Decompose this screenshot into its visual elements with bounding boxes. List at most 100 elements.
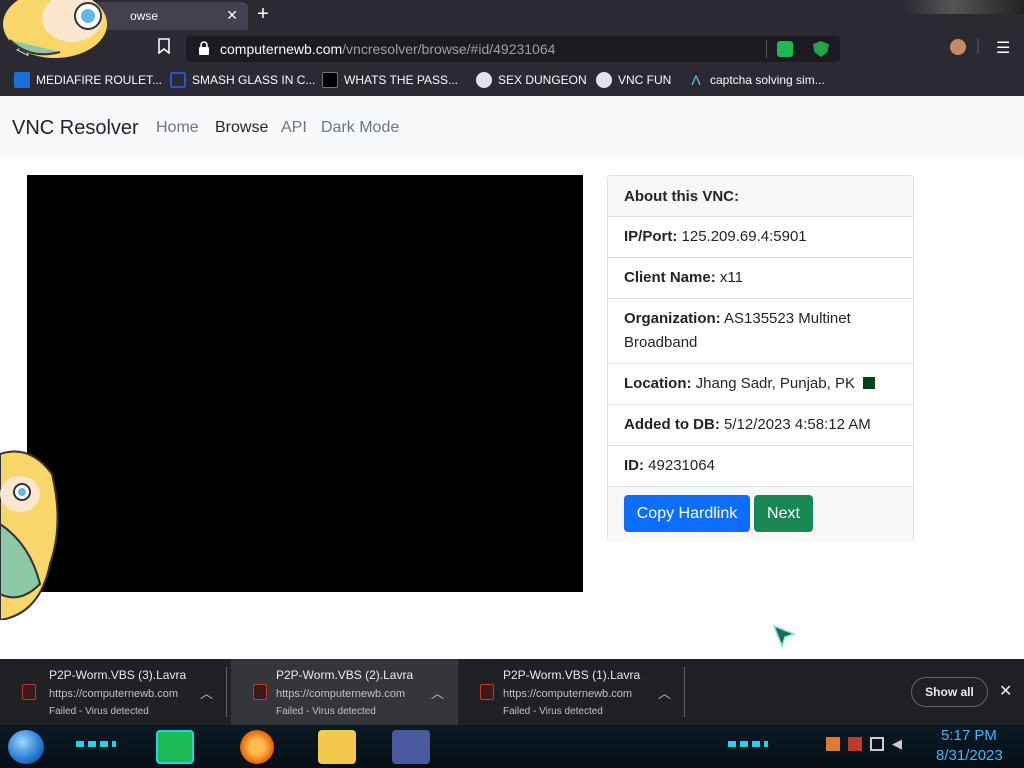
password-site-icon [322, 72, 338, 88]
card-footer: Copy Hardlink Next [608, 487, 913, 542]
bookmark-label: SEX DUNGEON [498, 73, 587, 87]
next-button[interactable]: Next [754, 495, 813, 532]
network-icon[interactable] [870, 737, 884, 751]
lambda-icon: Λ [691, 72, 701, 88]
site-brand[interactable]: VNC Resolver [12, 117, 139, 140]
download-divider [684, 667, 685, 717]
id-value: 49231064 [648, 457, 715, 474]
client-name-row: Client Name: x11 [608, 258, 913, 299]
system-tray: ◀ [826, 737, 906, 751]
url-text: computernewb.com/vncresolver/browse/#id/… [220, 41, 556, 57]
bookmarks-bar: MEDIAFIRE ROULET... SMASH GLASS IN C... … [0, 64, 1024, 96]
organization-row: Organization: AS135523 Multinet Broadban… [608, 299, 913, 364]
site-navbar: VNC Resolver Home Browse API Dark Mode [0, 96, 1024, 156]
start-orb-icon[interactable] [8, 730, 44, 764]
added-value: 5/12/2023 4:58:12 AM [724, 416, 871, 433]
show-all-button[interactable]: Show all [911, 677, 988, 707]
shield-extension-icon[interactable] [813, 41, 829, 57]
bookmark-label: WHATS THE PASS... [344, 73, 459, 87]
download-status: Failed - Virus detected [49, 706, 149, 717]
bookmark-item[interactable]: VNC FUN [596, 71, 671, 89]
client-name-value: x11 [719, 269, 743, 286]
tab-title: owse [130, 9, 159, 23]
profile-avatar[interactable] [950, 39, 966, 55]
bookmark-icon[interactable] [158, 38, 170, 59]
nav-browse[interactable]: Browse [215, 119, 268, 137]
ip-port-value: 125.209.69.4:5901 [681, 228, 807, 245]
bookmark-label: captcha solving sim... [710, 73, 825, 87]
bookmark-item[interactable]: Λ captcha solving sim... [688, 71, 825, 89]
bookmark-item[interactable]: SMASH GLASS IN C... [170, 71, 315, 89]
download-item[interactable]: P2P-Worm.VBS (2).Lavra https://computern… [231, 659, 458, 725]
new-tab-button[interactable]: + [252, 4, 274, 26]
download-divider [226, 667, 227, 717]
download-name: P2P-Worm.VBS (3).Lavra [49, 668, 187, 682]
clock-time[interactable]: 5:17 PM [941, 727, 997, 744]
nav-api[interactable]: API [281, 119, 307, 137]
mediafire-icon [14, 72, 30, 88]
urlbar-divider [766, 40, 767, 58]
web-page: VNC Resolver Home Browse API Dark Mode A… [0, 96, 1024, 659]
bookmark-label: SMASH GLASS IN C... [192, 73, 316, 87]
location-row: Location: Jhang Sadr, Punjab, PK [608, 364, 913, 405]
pakistan-flag-icon [858, 377, 875, 389]
copy-hardlink-button[interactable]: Copy Hardlink [624, 495, 750, 532]
taskbar: ◀ 5:17 PM 8/31/2023 [0, 725, 1024, 768]
chevron-up-icon[interactable]: ︿ [200, 683, 213, 702]
close-tab-icon[interactable]: ✕ [226, 7, 238, 24]
computernewb-icon [476, 72, 492, 88]
bookmark-item[interactable]: WHATS THE PASS... [322, 71, 458, 89]
computernewb-icon [596, 72, 612, 88]
extension-green-icon[interactable] [777, 41, 793, 57]
nav-dark-mode[interactable]: Dark Mode [321, 119, 399, 137]
added-row: Added to DB: 5/12/2023 4:58:12 AM [608, 405, 913, 446]
file-explorer-taskbar-icon[interactable] [318, 730, 356, 764]
location-label: Location: [624, 375, 692, 392]
vnc-screenshot [27, 175, 583, 592]
toolbar-separator: | [976, 37, 981, 54]
action-center-icon[interactable] [848, 737, 862, 751]
file-icon [22, 684, 36, 700]
nav-home[interactable]: Home [156, 119, 199, 137]
taskbar-decoration [728, 741, 768, 747]
download-source: https://computernewb.com [276, 688, 406, 700]
bookmark-label: VNC FUN [618, 73, 672, 87]
mouse-cursor-icon [772, 624, 797, 649]
spotify-taskbar-icon[interactable] [156, 730, 194, 764]
window-taskbar-icon[interactable] [392, 730, 430, 764]
download-item[interactable]: P2P-Worm.VBS (3).Lavra https://computern… [0, 659, 227, 725]
browser-tabstrip: owse ✕ + [0, 0, 1024, 32]
download-status: Failed - Virus detected [503, 706, 603, 717]
tray-app-icon[interactable] [826, 737, 840, 751]
card-header: About this VNC: [608, 176, 913, 217]
vnc-info-card: About this VNC: IP/Port: 125.209.69.4:59… [607, 175, 914, 542]
download-status: Failed - Virus detected [276, 706, 376, 717]
cartoon-sticker-left [0, 450, 59, 620]
chevron-up-icon[interactable]: ︿ [431, 683, 444, 702]
window-decoration [904, 0, 1024, 14]
ip-port-label: IP/Port: [624, 228, 678, 245]
downloads-bar: P2P-Worm.VBS (3).Lavra https://computern… [0, 659, 1024, 725]
glass-icon [170, 72, 186, 88]
cartoon-sticker-top [3, 0, 107, 58]
taskbar-decoration [76, 741, 116, 747]
lock-icon [198, 41, 212, 57]
browser-toolbar: ◁ computernewb.com/vncresolver/browse/#i… [0, 32, 1024, 64]
organization-label: Organization: [624, 310, 721, 327]
firefox-taskbar-icon[interactable] [240, 730, 274, 764]
clock-date[interactable]: 8/31/2023 [936, 747, 1003, 764]
volume-icon[interactable]: ◀ [892, 737, 906, 751]
menu-icon[interactable]: ☰ [996, 38, 1010, 58]
download-name: P2P-Worm.VBS (1).Lavra [503, 668, 641, 682]
bookmark-item[interactable]: SEX DUNGEON [476, 71, 587, 89]
bookmark-item[interactable]: MEDIAFIRE ROULET... [14, 71, 162, 89]
file-icon [480, 684, 494, 700]
chevron-up-icon[interactable]: ︿ [658, 683, 671, 702]
added-label: Added to DB: [624, 416, 720, 433]
download-item[interactable]: P2P-Worm.VBS (1).Lavra https://computern… [458, 659, 685, 725]
download-name: P2P-Worm.VBS (2).Lavra [276, 668, 414, 682]
bookmark-label: MEDIAFIRE ROULET... [36, 73, 163, 87]
close-icon[interactable]: ✕ [999, 681, 1012, 701]
client-name-label: Client Name: [624, 269, 716, 286]
address-bar[interactable]: computernewb.com/vncresolver/browse/#id/… [186, 36, 840, 62]
